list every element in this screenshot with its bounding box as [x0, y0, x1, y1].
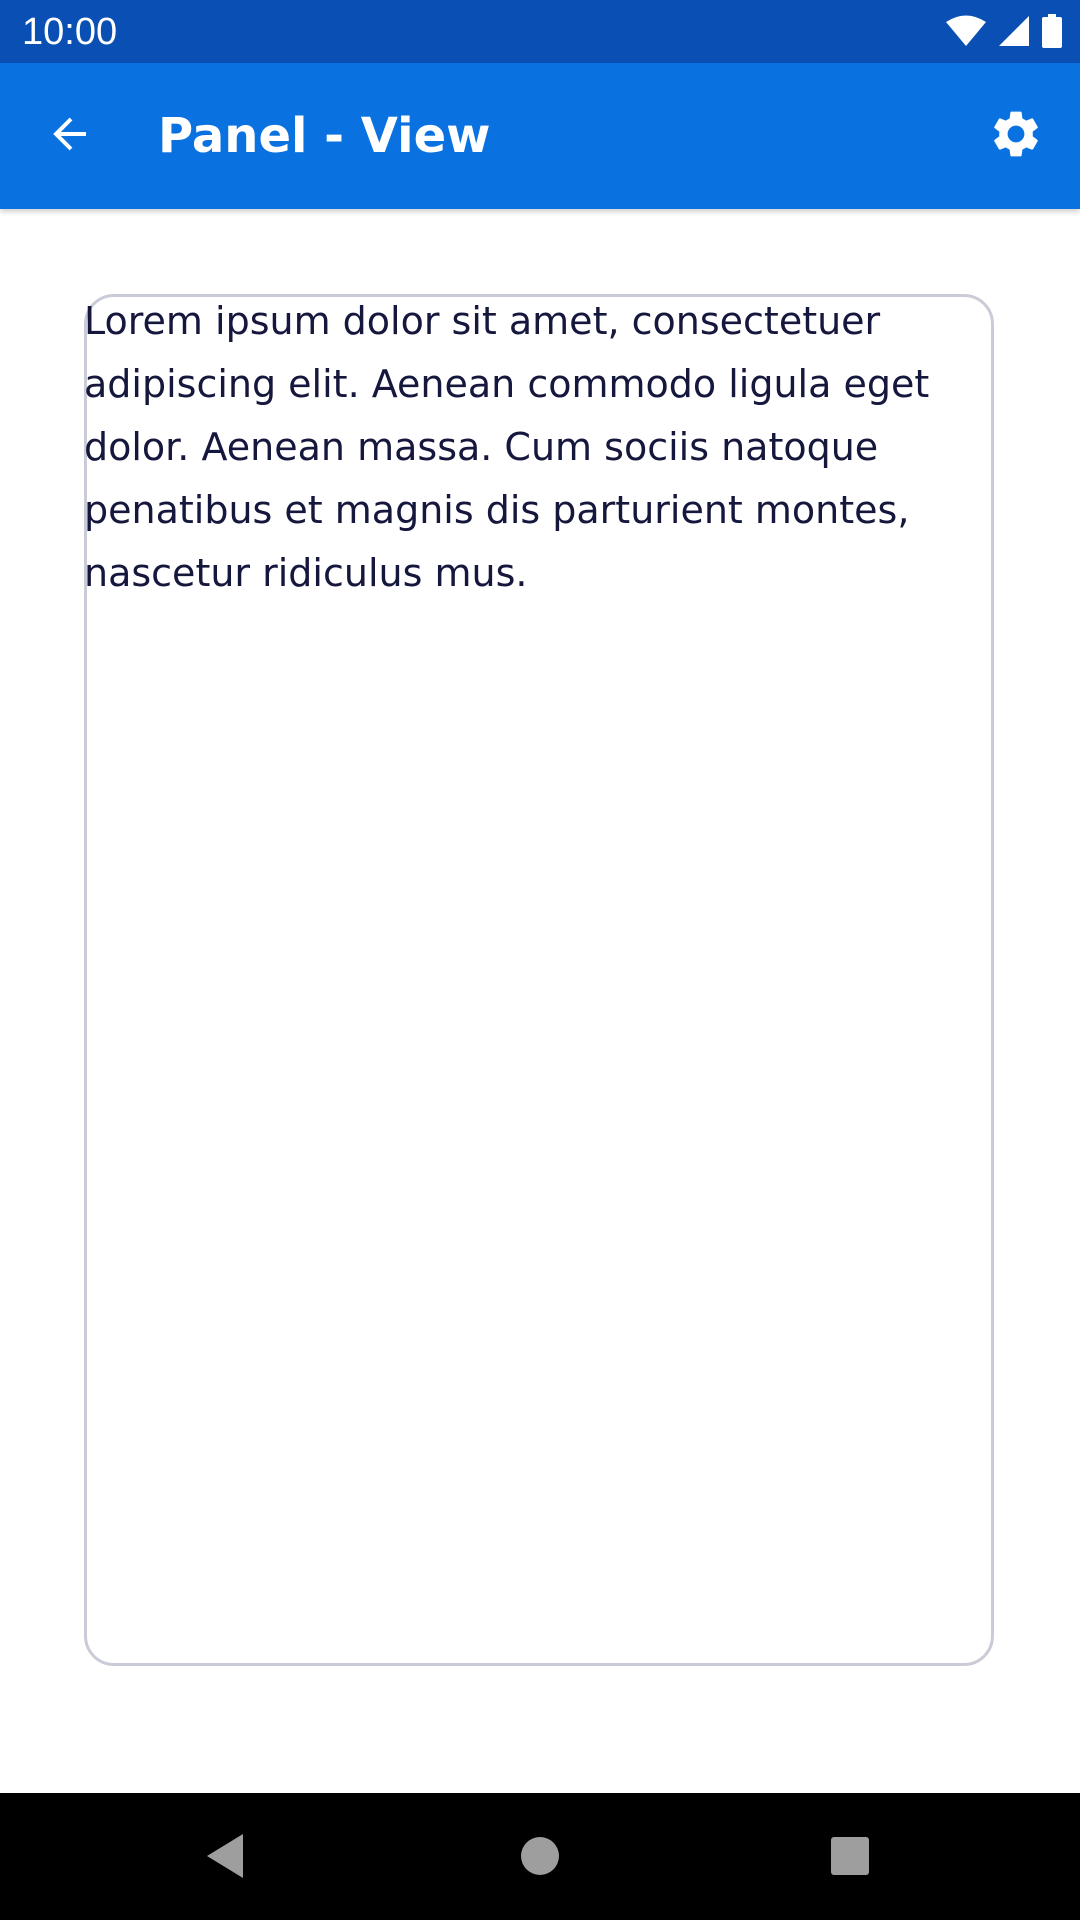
status-bar: 10:00	[0, 0, 1080, 63]
nav-recents-square-icon	[830, 1836, 870, 1880]
nav-back-button[interactable]	[190, 1823, 260, 1893]
settings-button[interactable]	[984, 104, 1048, 168]
cellular-signal-icon	[998, 15, 1030, 47]
back-button[interactable]	[40, 106, 100, 166]
nav-home-circle-icon	[520, 1836, 560, 1880]
status-time: 10:00	[22, 11, 118, 53]
gear-icon	[988, 106, 1044, 166]
battery-icon	[1042, 14, 1062, 48]
page-title: Panel - View	[158, 108, 491, 164]
nav-home-button[interactable]	[505, 1823, 575, 1893]
navigation-bar	[0, 1793, 1080, 1920]
nav-back-triangle-icon	[203, 1832, 247, 1884]
screen: 10:00 Panel - View Lorem ipsum dolor sit…	[0, 0, 1080, 1920]
status-icons	[946, 13, 1062, 49]
arrow-back-icon	[46, 110, 94, 162]
app-bar: Panel - View	[0, 63, 1080, 209]
nav-recents-button[interactable]	[815, 1823, 885, 1893]
wifi-icon	[946, 15, 986, 47]
panel-text: Lorem ipsum dolor sit amet, consectetuer…	[84, 299, 930, 595]
